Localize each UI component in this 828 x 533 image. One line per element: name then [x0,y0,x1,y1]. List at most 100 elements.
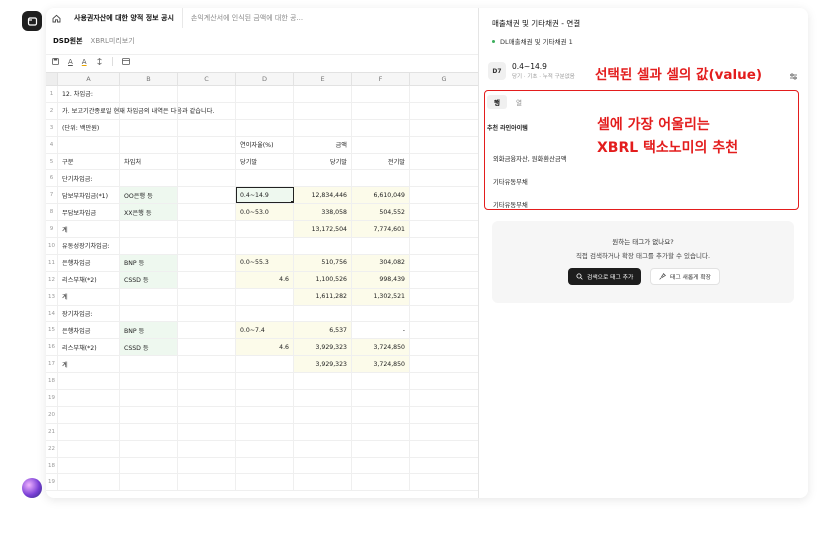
grid-cell[interactable] [236,390,294,406]
recommended-item[interactable]: 외화금융자산, 원화환산금액 [493,154,567,163]
grid-cell[interactable]: 은행차입금 [58,322,120,339]
grid-cell[interactable] [352,102,410,119]
row-number[interactable]: 2 [46,102,58,119]
column-header[interactable]: B [120,73,178,85]
grid-cell[interactable]: OO은행 등 [120,187,178,204]
row-number[interactable]: 13 [46,288,58,305]
app-logo-icon[interactable] [22,11,42,31]
grid-cell[interactable]: 1,302,521 [352,288,410,305]
grid-cell[interactable] [236,305,294,322]
grid-cell[interactable]: 리스부채(*2) [58,271,120,288]
row-number[interactable]: 22 [46,440,58,457]
grid-cell[interactable] [236,423,294,440]
grid-cell[interactable] [236,457,294,474]
grid-cell[interactable] [236,373,294,390]
grid-cell[interactable] [352,119,410,136]
grid-cell[interactable]: 0.0~7.4 [236,322,294,339]
grid-cell[interactable] [294,423,352,440]
row-number[interactable]: 10 [46,238,58,254]
grid-cell[interactable] [294,86,352,102]
grid-cell[interactable]: 4.6 [236,339,294,356]
tab-dsd-original[interactable]: DSD원본 [53,36,83,46]
grid-cell[interactable]: 은행차입금 [58,254,120,271]
row-number[interactable]: 15 [46,322,58,339]
grid-cell[interactable] [410,407,478,423]
grid-cell[interactable] [178,238,236,254]
grid-cell[interactable]: 0.0~53.0 [236,204,294,221]
border-icon[interactable] [121,58,130,65]
grid-cell[interactable] [178,86,236,102]
grid-cell[interactable] [236,102,294,119]
grid-cell[interactable] [236,170,294,187]
tab-row[interactable]: 행 [487,95,507,109]
grid-cell[interactable]: 338,058 [294,204,352,221]
row-number[interactable]: 9 [46,221,58,238]
grid-cell[interactable]: 12,834,446 [294,187,352,204]
grid-cell[interactable] [294,238,352,254]
grid-cell[interactable]: 504,552 [352,204,410,221]
grid-cell[interactable]: XX은행 등 [120,204,178,221]
grid-cell[interactable] [410,238,478,254]
add-tag-by-search-button[interactable]: 검색으로 태그 추가 [568,268,642,285]
grid-cell[interactable] [294,474,352,491]
grid-cell[interactable]: 금액 [294,136,352,153]
grid-cell[interactable]: (단위: 백만원) [58,119,120,136]
row-number[interactable]: 1 [46,86,58,102]
row-number[interactable]: 19 [46,474,58,491]
grid-cell[interactable]: 무담보차입금 [58,204,120,221]
grid-cell[interactable] [352,305,410,322]
grid-cell[interactable]: 510,756 [294,254,352,271]
grid-cell[interactable] [178,170,236,187]
grid-cell[interactable]: 3,929,323 [294,339,352,356]
grid-cell[interactable] [178,102,236,119]
grid-cell[interactable] [410,272,478,288]
grid-cell[interactable] [294,305,352,322]
grid-cell[interactable]: 13,172,504 [294,221,352,238]
grid-cell[interactable] [352,86,410,102]
row-number[interactable]: 6 [46,170,58,187]
grid-cell[interactable] [178,254,236,271]
grid-cell[interactable] [120,373,178,390]
grid-cell[interactable] [120,136,178,153]
grid-cell[interactable] [178,119,236,136]
grid-cell[interactable] [120,406,178,423]
grid-cell[interactable]: 담보부차입금(*1) [58,187,120,204]
grid-cell[interactable] [58,373,120,390]
grid-cell[interactable] [236,86,294,102]
row-number[interactable]: 16 [46,339,58,356]
tab-xbrl-preview[interactable]: XBRL미리보기 [91,36,135,46]
grid-cell[interactable]: 당기말 [236,153,294,170]
grid-cell[interactable] [410,120,478,136]
grid-cell[interactable] [120,305,178,322]
grid-cell[interactable] [58,136,120,153]
grid-cell[interactable] [236,288,294,305]
grid-cell[interactable]: 전기말 [352,153,410,170]
grid-cell[interactable] [410,390,478,406]
grid-cell[interactable] [178,356,236,373]
grid-cell[interactable] [178,322,236,339]
grid-cell[interactable] [410,103,478,119]
grid-cell[interactable] [120,474,178,491]
grid-cell[interactable] [410,137,478,153]
grid-cell[interactable] [120,170,178,187]
grid-cell[interactable] [178,288,236,305]
grid-cell[interactable] [410,458,478,474]
grid-cell[interactable] [410,356,478,372]
grid-cell[interactable] [352,457,410,474]
extend-new-tag-button[interactable]: 태그 새롭게 확장 [650,268,721,285]
grid-cell[interactable]: 6,610,049 [352,187,410,204]
grid-cell[interactable] [352,170,410,187]
fill-color-icon[interactable]: A [82,58,87,66]
row-number[interactable]: 11 [46,254,58,271]
grid-cell[interactable] [410,322,478,338]
grid-cell[interactable] [120,440,178,457]
grid-cell[interactable] [178,390,236,406]
grid-cell[interactable]: 3,724,850 [352,356,410,373]
tab-active-document[interactable]: 사용권자산에 대한 양적 정보 공시 [66,8,182,28]
text-color-icon[interactable]: A [68,58,73,66]
grid-cell[interactable]: 리스부채(*2) [58,339,120,356]
save-icon[interactable] [52,58,59,65]
grid-cell[interactable] [352,238,410,254]
grid-cell[interactable] [58,390,120,406]
grid-cell[interactable] [120,119,178,136]
